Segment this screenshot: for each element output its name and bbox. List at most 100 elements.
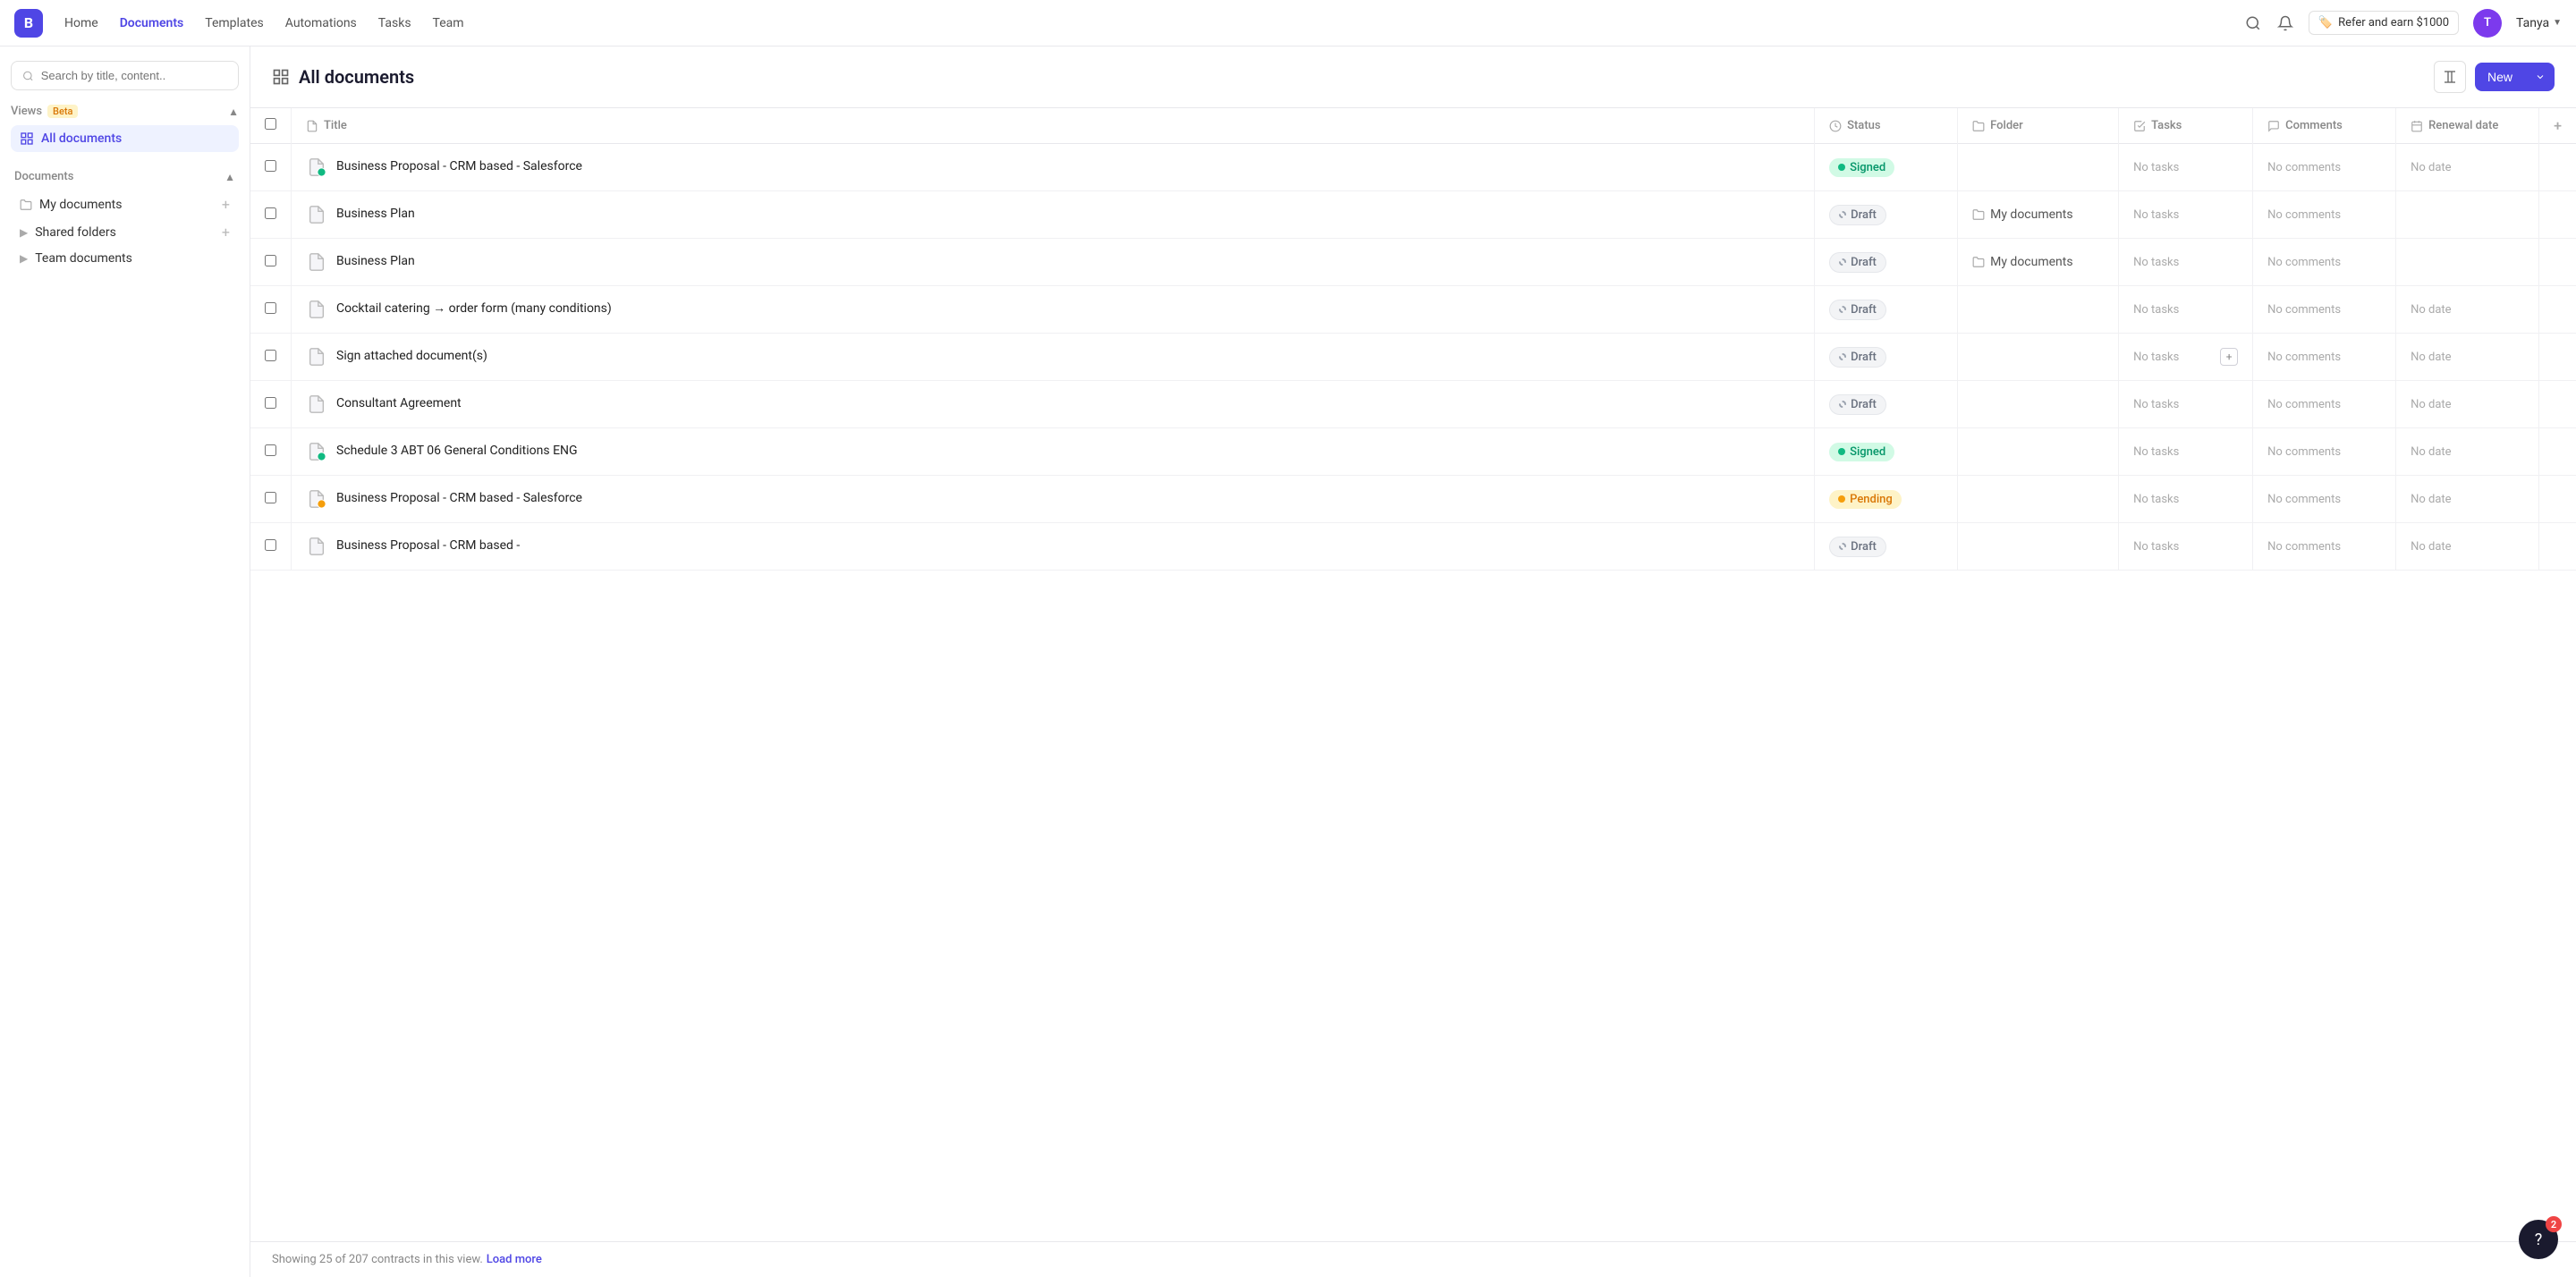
- notification-icon[interactable]: [2276, 14, 2294, 32]
- folder-name: My documents: [1990, 207, 2072, 222]
- doc-comments-cell: No comments: [2253, 476, 2396, 523]
- row-checkbox[interactable]: [265, 350, 276, 361]
- documents-section-label: Documents: [14, 170, 73, 183]
- row-checkbox[interactable]: [265, 207, 276, 219]
- user-avatar[interactable]: T: [2473, 9, 2502, 38]
- row-add-cell: [2539, 476, 2576, 523]
- doc-tasks-cell: No tasks: [2119, 381, 2253, 428]
- collapse-documents-icon[interactable]: ▲: [225, 171, 235, 183]
- doc-icon: [306, 536, 327, 557]
- table-row[interactable]: Business Plan Draft My documents No task…: [250, 239, 2576, 286]
- documents-section-header[interactable]: Documents ▲: [11, 166, 239, 187]
- row-add-cell: [2539, 381, 2576, 428]
- table-row[interactable]: Business Proposal - CRM based - Salesfor…: [250, 476, 2576, 523]
- add-shared-icon[interactable]: +: [222, 224, 230, 241]
- grid-icon: [20, 131, 34, 146]
- nav-documents[interactable]: Documents: [120, 16, 184, 30]
- row-checkbox[interactable]: [265, 397, 276, 409]
- table-row[interactable]: Business Proposal - CRM based - Salesfor…: [250, 144, 2576, 191]
- row-checkbox[interactable]: [265, 539, 276, 551]
- table-row[interactable]: Schedule 3 ABT 06 General Conditions ENG…: [250, 428, 2576, 476]
- nav-tasks[interactable]: Tasks: [378, 16, 411, 30]
- header-actions: New: [2434, 61, 2555, 93]
- col-header-renewal: Renewal date: [2396, 108, 2539, 144]
- chevron-down-icon: ▼: [2553, 18, 2562, 28]
- help-button[interactable]: ? 2: [2519, 1220, 2558, 1259]
- doc-folder-cell: [1958, 476, 2119, 523]
- tasks-text: No tasks: [2133, 493, 2179, 506]
- columns-icon: [2443, 70, 2457, 84]
- doc-name[interactable]: Schedule 3 ABT 06 General Conditions ENG: [336, 443, 578, 461]
- comments-text: No comments: [2267, 493, 2341, 506]
- renewal-text: No date: [2411, 445, 2451, 459]
- table-row[interactable]: Cocktail catering → order form (many con…: [250, 286, 2576, 334]
- row-checkbox[interactable]: [265, 492, 276, 503]
- nav-templates[interactable]: Templates: [205, 16, 264, 30]
- row-checkbox[interactable]: [265, 160, 276, 172]
- new-button-chevron-icon[interactable]: [2526, 64, 2555, 89]
- doc-name[interactable]: Business Proposal - CRM based - Salesfor…: [336, 158, 582, 176]
- add-column-icon[interactable]: +: [2554, 117, 2562, 134]
- page-title-area: All documents: [272, 66, 414, 88]
- doc-status-cell: Draft: [1815, 239, 1958, 286]
- row-checkbox[interactable]: [265, 444, 276, 456]
- add-task-button[interactable]: +: [2220, 348, 2238, 366]
- doc-tasks-cell: No tasks: [2119, 144, 2253, 191]
- table-row[interactable]: Business Plan Draft My documents No task…: [250, 191, 2576, 239]
- nav-automations[interactable]: Automations: [285, 16, 357, 30]
- nav-team[interactable]: Team: [433, 16, 464, 30]
- sidebar-item-my-documents[interactable]: My documents +: [11, 190, 239, 218]
- doc-icon: [306, 346, 327, 368]
- doc-comments-cell: No comments: [2253, 523, 2396, 571]
- table-body: Business Proposal - CRM based - Salesfor…: [250, 144, 2576, 571]
- table-row[interactable]: Business Proposal - CRM based - DraftNo …: [250, 523, 2576, 571]
- expand-shared-icon: ▶: [20, 226, 28, 239]
- row-checkbox[interactable]: [265, 255, 276, 266]
- collapse-icon[interactable]: ▲: [228, 106, 239, 118]
- doc-name[interactable]: Sign attached document(s): [336, 348, 487, 366]
- sidebar-item-team-documents[interactable]: ▶ Team documents: [11, 246, 239, 271]
- comments-text: No comments: [2267, 161, 2341, 174]
- calendar-col-icon: [2411, 120, 2423, 132]
- doc-renewal-cell: [2396, 239, 2539, 286]
- doc-tasks-cell: No tasks: [2119, 428, 2253, 476]
- refer-button[interactable]: 🏷️ Refer and earn $1000: [2309, 11, 2459, 35]
- doc-name[interactable]: Business Plan: [336, 253, 415, 271]
- doc-name[interactable]: Cocktail catering → order form (many con…: [336, 300, 612, 318]
- search-input[interactable]: [41, 69, 227, 82]
- doc-name[interactable]: Business Proposal - CRM based - Salesfor…: [336, 490, 582, 508]
- tasks-text: No tasks: [2133, 208, 2179, 222]
- app-logo[interactable]: B: [14, 9, 43, 38]
- tasks-text: No tasks: [2133, 256, 2179, 269]
- status-badge: Draft: [1829, 394, 1886, 415]
- refer-label: Refer and earn $1000: [2338, 16, 2449, 30]
- user-name[interactable]: Tanya ▼: [2516, 16, 2562, 30]
- new-button[interactable]: New: [2475, 63, 2555, 91]
- sidebar-item-shared-folders[interactable]: ▶ Shared folders +: [11, 218, 239, 246]
- add-my-documents-icon[interactable]: +: [222, 196, 230, 213]
- row-add-cell: [2539, 191, 2576, 239]
- doc-comments-cell: No comments: [2253, 144, 2396, 191]
- status-badge: Draft: [1829, 347, 1886, 368]
- table-row[interactable]: Sign attached document(s) Draft No tasks…: [250, 334, 2576, 381]
- doc-renewal-cell: No date: [2396, 144, 2539, 191]
- doc-name[interactable]: Business Proposal - CRM based -: [336, 537, 520, 555]
- showing-text: Showing 25 of 207 contracts in this view…: [272, 1253, 483, 1266]
- load-more-link[interactable]: Load more: [487, 1253, 542, 1266]
- select-all-checkbox[interactable]: [265, 118, 276, 130]
- nav-home[interactable]: Home: [64, 16, 98, 30]
- col-header-title: Title: [292, 108, 1815, 144]
- all-documents-label: All documents: [41, 131, 122, 146]
- doc-name[interactable]: Consultant Agreement: [336, 395, 462, 413]
- row-checkbox[interactable]: [265, 302, 276, 314]
- sidebar-item-all-documents[interactable]: All documents: [11, 125, 239, 152]
- view-toggle-button[interactable]: [2434, 61, 2466, 93]
- search-icon[interactable]: [2244, 14, 2262, 32]
- col-header-comments: Comments: [2253, 108, 2396, 144]
- search-box[interactable]: [11, 61, 239, 90]
- comments-text: No comments: [2267, 445, 2341, 459]
- col-add[interactable]: +: [2539, 108, 2576, 144]
- doc-name[interactable]: Business Plan: [336, 206, 415, 224]
- doc-status-cell: Signed: [1815, 144, 1958, 191]
- table-row[interactable]: Consultant Agreement DraftNo tasksNo com…: [250, 381, 2576, 428]
